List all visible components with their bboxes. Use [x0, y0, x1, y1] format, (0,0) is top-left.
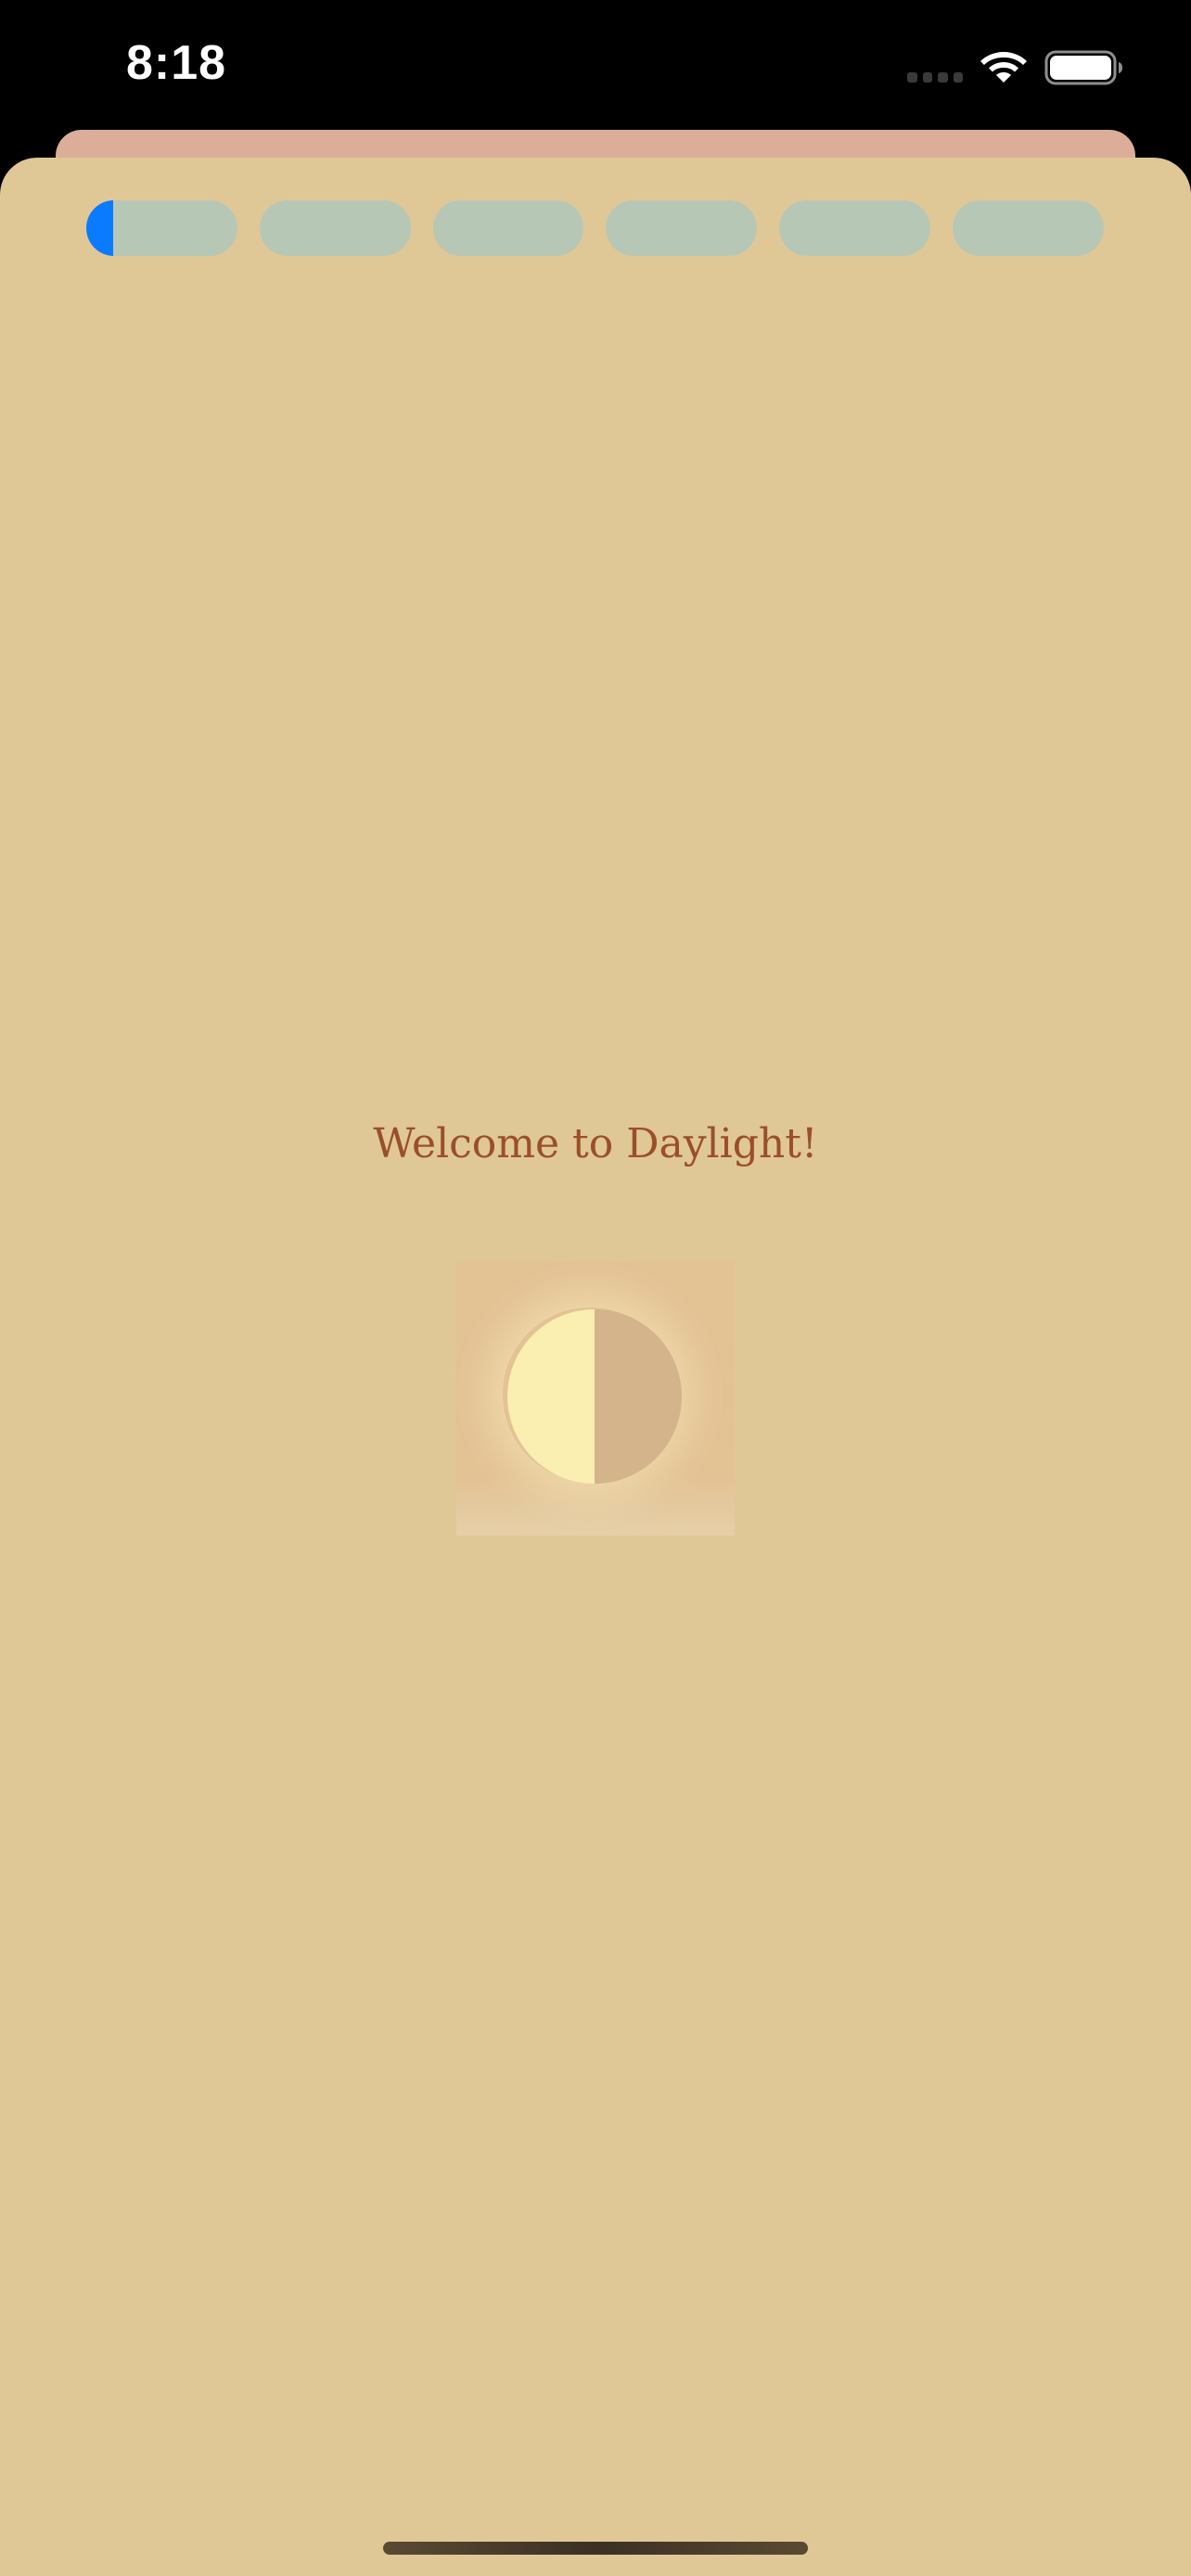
- progress-segment-4: [606, 200, 758, 256]
- progress-segment-5: [779, 200, 931, 256]
- app-logo: [456, 1261, 735, 1536]
- progress-segment-6: [953, 200, 1104, 256]
- status-time: 8:18: [126, 36, 227, 90]
- welcome-title: Welcome to Daylight!: [373, 1120, 818, 1167]
- wifi-icon: [980, 52, 1027, 83]
- battery-icon: [1044, 50, 1122, 85]
- half-sun-moon-icon: [507, 1309, 682, 1484]
- step-progress-bar: [86, 200, 1104, 256]
- app-screen: 8:18 Welcome to Daylight!: [0, 0, 1191, 2576]
- status-bar: 8:18: [0, 0, 1191, 130]
- onboarding-sheet: Welcome to Daylight!: [0, 158, 1191, 2576]
- home-indicator[interactable]: [383, 2542, 808, 2555]
- progress-segment-2: [259, 200, 411, 256]
- progress-segment-3: [432, 200, 584, 256]
- cellular-signal-icon: [907, 72, 963, 83]
- progress-fill-1: [86, 200, 114, 256]
- progress-segment-1: [86, 200, 237, 256]
